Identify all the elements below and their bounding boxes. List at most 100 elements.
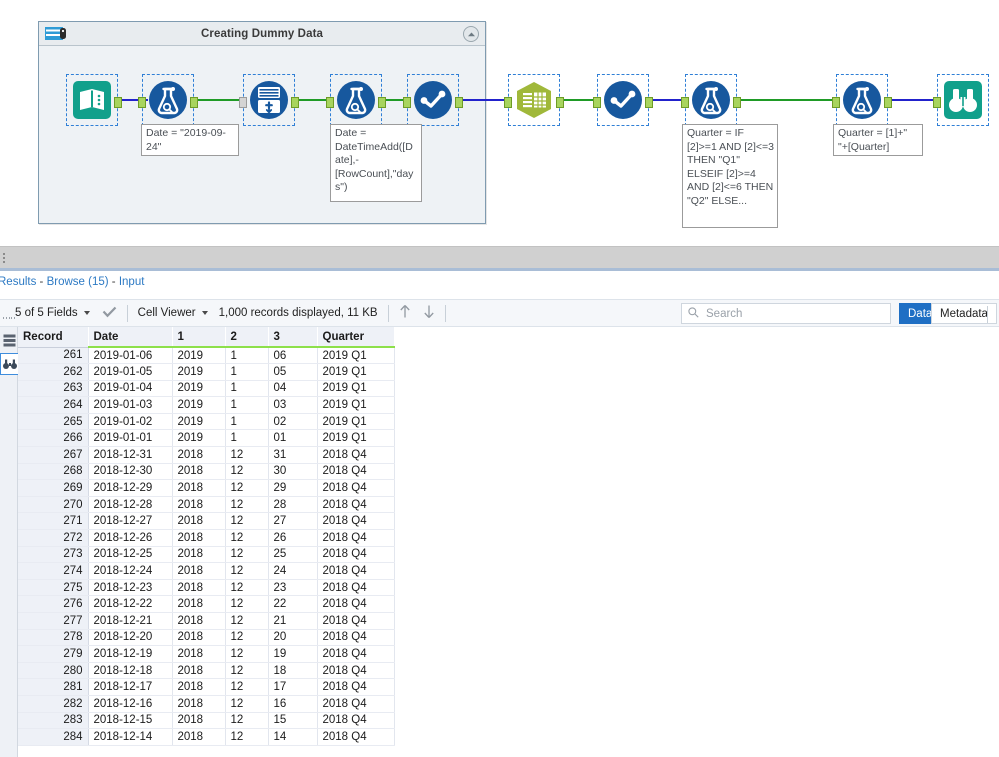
table-cell[interactable]: 2018 Q4 (317, 463, 395, 481)
table-cell[interactable]: 29 (268, 479, 318, 497)
record-number-cell[interactable]: 273 (18, 546, 89, 564)
table-cell[interactable]: 2019-01-06 (88, 347, 173, 365)
table-row[interactable]: 269 2018-12-29 2018 12 29 2018 Q4 (18, 479, 395, 497)
table-cell[interactable]: 2018 (172, 629, 226, 647)
table-cell[interactable]: 12 (225, 645, 269, 663)
input-port[interactable] (681, 97, 689, 108)
table-cell[interactable]: 2019 Q1 (317, 413, 395, 431)
table-row[interactable]: 262 2019-01-05 2019 1 05 2019 Q1 (18, 363, 395, 381)
table-cell[interactable]: 2018-12-29 (88, 479, 173, 497)
column-header[interactable]: Date (88, 327, 173, 348)
table-cell[interactable]: 2018-12-25 (88, 546, 173, 564)
table-cell[interactable]: 2019 Q1 (317, 429, 395, 448)
record-number-cell[interactable]: 262 (18, 363, 89, 381)
record-number-cell[interactable]: 265 (18, 413, 89, 431)
table-cell[interactable]: 06 (268, 347, 318, 365)
table-cell[interactable]: 12 (225, 562, 269, 580)
table-cell[interactable]: 2019 (172, 429, 226, 448)
table-cell[interactable]: 2018-12-14 (88, 728, 173, 746)
record-number-cell[interactable]: 266 (18, 429, 89, 448)
table-cell[interactable]: 2018-12-21 (88, 612, 173, 630)
table-cell[interactable]: 31 (268, 446, 318, 464)
table-cell[interactable]: 14 (268, 728, 318, 746)
results-breadcrumb[interactable]: Results - Browse (15) - Input (0, 276, 144, 288)
record-number-cell[interactable]: 271 (18, 512, 89, 531)
table-cell[interactable]: 2019-01-05 (88, 363, 173, 381)
record-number-cell[interactable]: 279 (18, 645, 89, 663)
record-number-cell[interactable]: 278 (18, 629, 89, 647)
table-cell[interactable]: 12 (225, 712, 269, 730)
table-cell[interactable]: 2018 (172, 645, 226, 663)
text-input-tool[interactable] (66, 74, 122, 126)
record-number-cell[interactable]: 270 (18, 496, 89, 514)
table-row[interactable]: 283 2018-12-15 2018 12 15 2018 Q4 (18, 712, 395, 730)
table-cell[interactable]: 2018 Q4 (317, 728, 395, 746)
table-cell[interactable]: 12 (225, 479, 269, 497)
table-cell[interactable]: 2018 Q4 (317, 579, 395, 597)
table-cell[interactable]: 2018-12-19 (88, 645, 173, 663)
formula-tool[interactable] (138, 74, 198, 126)
table-cell[interactable]: 02 (268, 413, 318, 431)
table-cell[interactable]: 2018 Q4 (317, 446, 395, 464)
table-cell[interactable]: 04 (268, 380, 318, 398)
column-header[interactable]: 3 (268, 327, 318, 348)
table-cell[interactable]: 2018 Q4 (317, 678, 395, 696)
table-cell[interactable]: 12 (225, 579, 269, 597)
record-number-cell[interactable]: 275 (18, 579, 89, 597)
table-row[interactable]: 263 2019-01-04 2019 1 04 2019 Q1 (18, 380, 395, 398)
search-box[interactable] (681, 303, 891, 324)
table-cell[interactable]: 22 (268, 595, 318, 613)
record-number-cell[interactable]: 281 (18, 678, 89, 696)
table-row[interactable]: 266 2019-01-01 2019 1 01 2019 Q1 (18, 429, 395, 448)
tool-annotation[interactable]: Quarter = IF [2]>=1 AND [2]<=3 THEN "Q1"… (682, 124, 778, 228)
arrow-down-icon[interactable] (423, 304, 435, 322)
table-cell[interactable]: 19 (268, 645, 318, 663)
input-port[interactable] (138, 97, 146, 108)
table-cell[interactable]: 2018 Q4 (317, 629, 395, 647)
record-number-cell[interactable]: 268 (18, 463, 89, 481)
collapse-up-icon[interactable] (463, 26, 479, 42)
table-cell[interactable]: 2019 (172, 380, 226, 398)
table-cell[interactable]: 2018-12-24 (88, 562, 173, 580)
table-cell[interactable]: 2018-12-31 (88, 446, 173, 464)
table-row[interactable]: 276 2018-12-22 2018 12 22 2018 Q4 (18, 595, 395, 613)
connection-wire[interactable] (892, 99, 939, 101)
table-cell[interactable]: 1 (225, 396, 269, 414)
table-cell[interactable]: 2019-01-01 (88, 429, 173, 448)
workflow-canvas[interactable]: Creating Dummy Data Date = "2019-09-24" … (0, 0, 999, 233)
table-row[interactable]: 268 2018-12-30 2018 12 30 2018 Q4 (18, 463, 395, 481)
table-cell[interactable]: 2018-12-22 (88, 595, 173, 613)
table-cell[interactable]: 2018-12-26 (88, 529, 173, 547)
table-cell[interactable]: 2018 Q4 (317, 612, 395, 630)
input-port[interactable] (403, 97, 411, 108)
table-cell[interactable]: 2018 (172, 712, 226, 730)
table-cell[interactable]: 2018 (172, 479, 226, 497)
table-row[interactable]: 275 2018-12-23 2018 12 23 2018 Q4 (18, 579, 395, 597)
table-row[interactable]: 277 2018-12-21 2018 12 21 2018 Q4 (18, 612, 395, 630)
table-cell[interactable]: 2018 (172, 728, 226, 746)
formula-tool[interactable] (832, 74, 892, 126)
record-number-cell[interactable]: 284 (18, 728, 89, 746)
table-cell[interactable]: 2019 Q1 (317, 363, 395, 381)
output-port[interactable] (733, 97, 741, 108)
table-cell[interactable]: 21 (268, 612, 318, 630)
table-cell[interactable]: 1 (225, 363, 269, 381)
table-cell[interactable]: 1 (225, 380, 269, 398)
table-cell[interactable]: 2018 Q4 (317, 496, 395, 514)
table-cell[interactable]: 12 (225, 678, 269, 696)
table-row[interactable]: 271 2018-12-27 2018 12 27 2018 Q4 (18, 512, 395, 531)
table-cell[interactable]: 12 (225, 529, 269, 547)
generate-rows-tool[interactable] (239, 74, 299, 126)
table-cell[interactable]: 26 (268, 529, 318, 547)
table-row[interactable]: 261 2019-01-06 2019 1 06 2019 Q1 (18, 347, 395, 365)
output-port[interactable] (645, 97, 653, 108)
table-cell[interactable]: 12 (225, 728, 269, 746)
connection-wire[interactable] (741, 99, 840, 101)
select-tool[interactable] (593, 74, 653, 126)
record-number-cell[interactable]: 272 (18, 529, 89, 547)
column-header[interactable]: Record (18, 327, 89, 348)
table-cell[interactable]: 2018-12-20 (88, 629, 173, 647)
table-cell[interactable]: 2018 (172, 678, 226, 696)
table-cell[interactable]: 1 (225, 429, 269, 448)
table-cell[interactable]: 2018 (172, 562, 226, 580)
